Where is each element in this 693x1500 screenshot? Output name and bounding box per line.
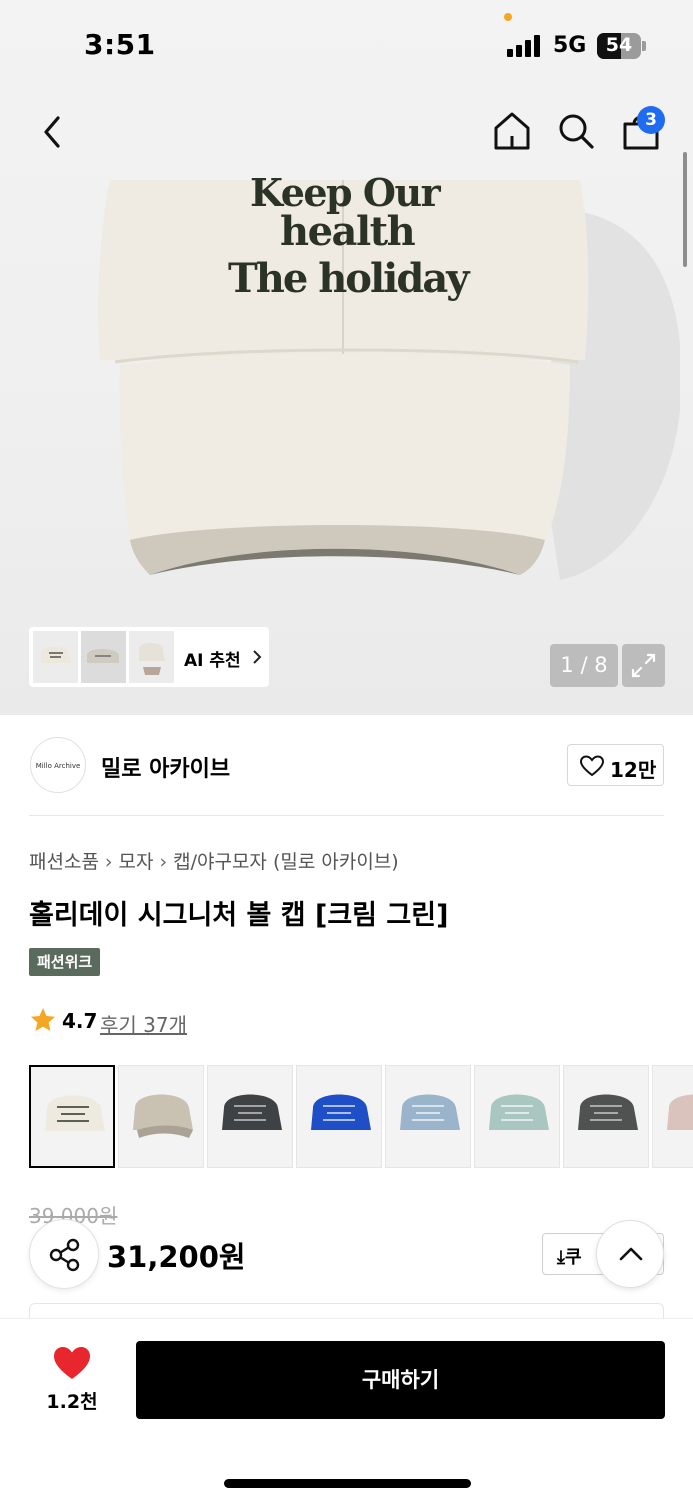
status-time: 3:51 — [84, 28, 156, 61]
cap-embroidery-line: health — [280, 208, 416, 255]
expand-icon[interactable] — [622, 644, 665, 687]
store-row[interactable]: Millo Archive 밀로 아카이브 12만 — [0, 715, 693, 815]
breadcrumb: 패션소품 › 모자 › 캡/야구모자 (밀로 아카이브) — [29, 847, 399, 874]
status-bar: 3:51 5G 54 — [0, 0, 693, 90]
divider — [29, 815, 664, 816]
breadcrumb-item[interactable]: 패션소품 — [29, 851, 99, 873]
breadcrumb-item[interactable]: 캡/야구모자 (밀로 아카이브) — [173, 851, 399, 873]
back-arrow-icon[interactable] — [36, 112, 72, 152]
store-logo[interactable]: Millo Archive — [30, 737, 86, 793]
home-icon[interactable] — [492, 110, 532, 152]
coupon-label: ⤓쿠 — [557, 1243, 582, 1269]
chevron-right-icon — [253, 650, 262, 664]
chevron-right-icon: › — [104, 851, 113, 873]
share-icon — [49, 1238, 80, 1272]
ai-thumbnail — [129, 631, 174, 683]
color-options — [29, 1065, 693, 1169]
scroll-to-top-button[interactable] — [596, 1220, 664, 1288]
search-icon[interactable] — [556, 110, 596, 152]
battery-icon: 54 — [597, 33, 641, 59]
battery-level: 54 — [605, 34, 633, 56]
rating-value: 4.7 — [62, 1009, 98, 1033]
product-image-gallery[interactable]: Keep Our health The holiday 3:51 5G 54 3… — [0, 0, 693, 715]
color-swatch[interactable] — [118, 1065, 204, 1168]
product-like-count: 1.2천 — [46, 1391, 98, 1413]
ai-thumbnail — [33, 631, 78, 683]
product-title: 홀리데이 시그니처 볼 캡 [크림 그린] — [29, 900, 449, 931]
coupon-text: 쿠 — [564, 1247, 582, 1268]
scrollbar — [683, 152, 687, 267]
star-icon — [31, 1008, 55, 1031]
color-swatch[interactable] — [652, 1065, 693, 1168]
cart-count-badge: 3 — [637, 106, 665, 134]
product-screen: Keep Our health The holiday 3:51 5G 54 3… — [0, 0, 693, 1500]
chevron-up-icon — [619, 1247, 643, 1261]
download-icon: ⤓ — [557, 1247, 565, 1268]
share-button[interactable] — [29, 1219, 99, 1289]
network-type: 5G — [553, 33, 587, 58]
ai-recommend-label: AI 추천 — [184, 651, 241, 671]
color-swatch[interactable] — [296, 1065, 382, 1168]
breadcrumb-item[interactable]: 모자 — [119, 851, 154, 873]
store-name[interactable]: 밀로 아카이브 — [101, 751, 230, 783]
store-like-button[interactable]: 12만 — [567, 744, 664, 786]
battery-tip — [642, 41, 646, 51]
color-swatch[interactable] — [385, 1065, 471, 1168]
chevron-right-icon: › — [159, 851, 168, 873]
cellular-signal-icon — [507, 35, 543, 57]
heart-outline-icon — [580, 755, 604, 777]
cap-embroidery-line: The holiday — [228, 255, 470, 302]
heart-filled-icon — [54, 1347, 90, 1379]
privacy-dot-icon — [504, 13, 512, 21]
bottom-action-bar: 1.2천 구매하기 — [0, 1318, 693, 1500]
home-indicator — [224, 1479, 471, 1488]
sale-price: 31,200원 — [107, 1240, 246, 1274]
color-swatch[interactable] — [207, 1065, 293, 1168]
ai-thumbnail — [81, 631, 126, 683]
color-swatch[interactable] — [29, 1065, 115, 1168]
event-tag-badge: 패션위크 — [29, 948, 101, 976]
ai-recommend-button[interactable]: AI 추천 — [29, 627, 269, 687]
store-like-count: 12만 — [610, 758, 657, 782]
color-swatch[interactable] — [474, 1065, 560, 1168]
image-counter: 1 / 8 — [550, 644, 618, 687]
buy-button[interactable]: 구매하기 — [136, 1341, 665, 1419]
color-swatch[interactable] — [563, 1065, 649, 1168]
review-count-link[interactable]: 후기 37개 — [100, 1009, 187, 1038]
product-like-button[interactable]: 1.2천 — [40, 1343, 104, 1415]
